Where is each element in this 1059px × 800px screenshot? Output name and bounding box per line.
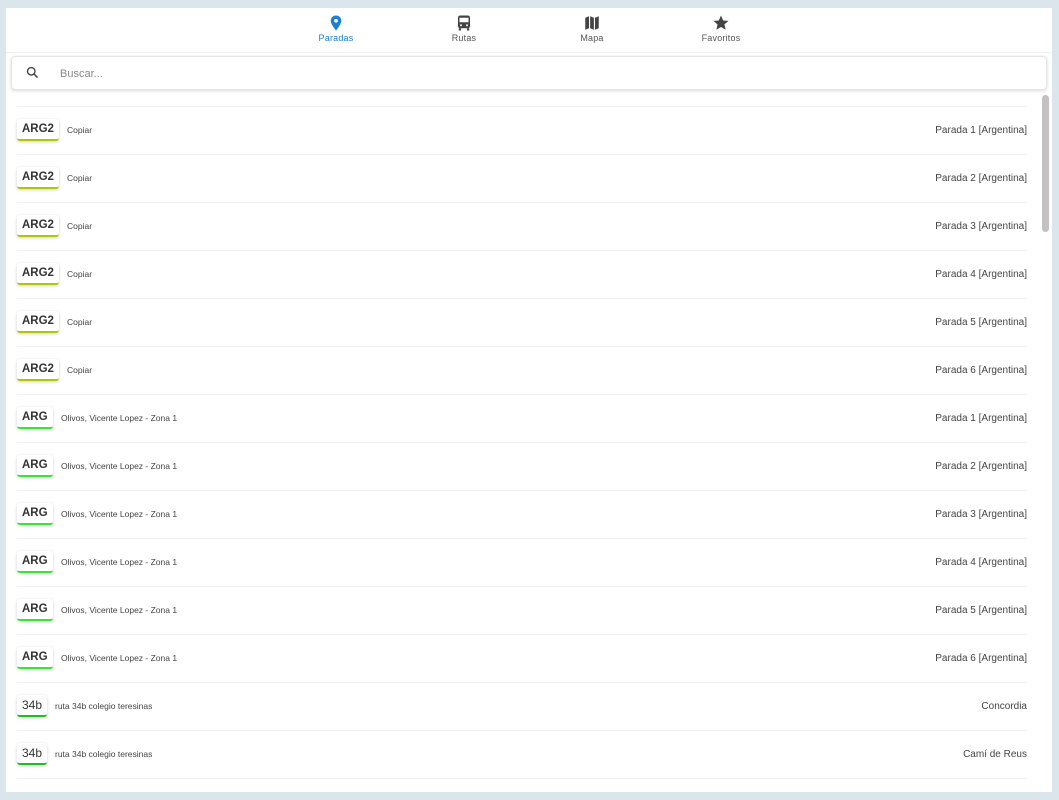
stop-name: Concordia (981, 701, 1027, 712)
stop-name: Parada 6 [Argentina] (935, 365, 1027, 376)
stop-name: Parada 2 [Argentina] (935, 173, 1027, 184)
stop-name: Parada 4 [Argentina] (935, 557, 1027, 568)
tab-label: Mapa (580, 33, 604, 43)
stop-description: Copiar (67, 317, 93, 327)
list-item[interactable]: ARG2 Copiar Parada 3 [Argentina] (17, 203, 1027, 251)
stop-name: Parada 6 [Argentina] (935, 653, 1027, 664)
list-item[interactable]: ARG2 Copiar Parada 5 [Argentina] (17, 299, 1027, 347)
list-item[interactable]: ARG Olivos, Vicente Lopez - Zona 1 Parada … (17, 539, 1027, 587)
list-item[interactable]: ARG2 Copiar Parada 6 [Argentina] (17, 347, 1027, 395)
route-badge: ARG2 (17, 263, 59, 285)
stop-description: Copiar (67, 269, 93, 279)
route-badge: ARG2 (17, 311, 59, 333)
route-badge: ARG (17, 599, 53, 621)
bus-icon (458, 15, 470, 31)
list-item[interactable]: ARG Olivos, Vicente Lopez - Zona 1 Parada … (17, 635, 1027, 683)
list-item[interactable]: ARG2 Copiar Parada 4 [Argentina] (17, 251, 1027, 299)
stop-name: Parada 3 [Argentina] (935, 509, 1027, 520)
route-badge: 34b (17, 743, 48, 765)
route-badge: ARG2 (17, 215, 59, 237)
route-badge: ARG (17, 647, 53, 669)
map-pin-icon (330, 15, 342, 31)
stop-description: Olivos, Vicente Lopez - Zona 1 (61, 653, 178, 663)
tab-label: Rutas (451, 33, 477, 43)
search-bar (11, 56, 1047, 91)
list-item[interactable]: 34b ruta 34b colegio teresinas Camí de Reu… (17, 731, 1027, 779)
star-icon (713, 15, 729, 30)
stop-name: Parada 5 [Argentina] (935, 605, 1027, 616)
stop-name: Parada 2 [Argentina] (935, 461, 1027, 472)
list-item[interactable]: ARG Olivos, Vicente Lopez - Zona 1 Parada … (17, 395, 1027, 443)
route-badge: 34b (17, 695, 48, 717)
scrollbar[interactable] (1042, 95, 1049, 232)
route-badge: ARG2 (17, 167, 59, 189)
stop-description: Copiar (67, 125, 93, 135)
stop-name: Parada 5 [Argentina] (935, 317, 1027, 328)
tab-label: Favoritos (701, 33, 741, 43)
tab-mapa[interactable]: Mapa (542, 14, 642, 43)
stop-name: Camí de Reus (963, 749, 1027, 760)
stop-name: Parada 3 [Argentina] (935, 221, 1027, 232)
list-item[interactable]: ARG Olivos, Vicente Lopez - Zona 1 Parada … (17, 587, 1027, 635)
stop-name: Parada 1 [Argentina] (935, 125, 1027, 136)
route-badge: ARG2 (17, 359, 59, 381)
route-badge: ARG (17, 551, 53, 573)
stop-description: Copiar (67, 173, 93, 183)
stop-description: Olivos, Vicente Lopez - Zona 1 (61, 413, 178, 423)
route-badge: ARG (17, 503, 53, 525)
stop-description: ruta 34b colegio teresinas (55, 749, 153, 759)
search-input[interactable] (58, 57, 1022, 91)
stop-description: Olivos, Vicente Lopez - Zona 1 (61, 509, 178, 519)
tab-bar: Paradas Rutas Mapa Favoritos (6, 8, 1052, 53)
map-icon (585, 16, 599, 30)
list-item[interactable]: ARG Olivos, Vicente Lopez - Zona 1 Parada … (17, 443, 1027, 491)
route-badge: ARG (17, 455, 53, 477)
stop-description: Olivos, Vicente Lopez - Zona 1 (61, 557, 178, 567)
tab-label: Paradas (318, 33, 354, 43)
list-item[interactable]: ARG2 Copiar Parada 2 [Argentina] (17, 155, 1027, 203)
tab-paradas[interactable]: Paradas (286, 14, 386, 43)
stop-description: Olivos, Vicente Lopez - Zona 1 (61, 605, 178, 615)
stop-description: Copiar (67, 365, 93, 375)
app-window: Paradas Rutas Mapa Favoritos ARG2 Copiar P… (6, 8, 1052, 792)
stop-name: Parada 4 [Argentina] (935, 269, 1027, 280)
search-icon (26, 66, 39, 79)
stop-description: Olivos, Vicente Lopez - Zona 1 (61, 461, 178, 471)
route-badge: ARG2 (17, 119, 59, 141)
stop-description: Copiar (67, 221, 93, 231)
list-item[interactable]: ARG Olivos, Vicente Lopez - Zona 1 Parada … (17, 491, 1027, 539)
stops-list: ARG2 Copiar Parada 1 [Argentina] ARG2 Copiar… (17, 106, 1027, 779)
stop-name: Parada 1 [Argentina] (935, 413, 1027, 424)
route-badge: ARG (17, 407, 53, 429)
stop-description: ruta 34b colegio teresinas (55, 701, 153, 711)
tab-rutas[interactable]: Rutas (414, 14, 514, 43)
list-item[interactable]: 34b ruta 34b colegio teresinas Concordia (17, 683, 1027, 731)
tab-favoritos[interactable]: Favoritos (671, 14, 771, 43)
list-item[interactable]: ARG2 Copiar Parada 1 [Argentina] (17, 107, 1027, 155)
